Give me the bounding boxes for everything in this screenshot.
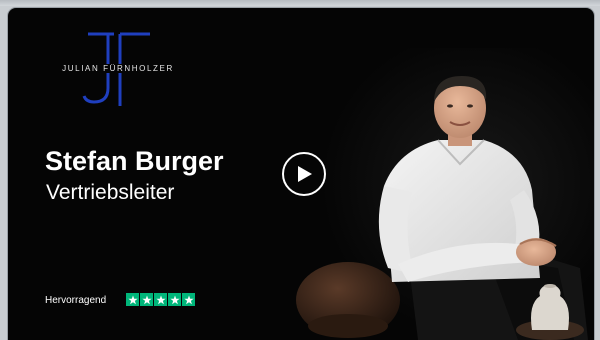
browser-frame (0, 0, 600, 6)
trustpilot-stars (126, 293, 195, 306)
logo-wordmark: JULIAN FÜRNHOLZER (60, 64, 176, 73)
star-icon (140, 293, 153, 306)
video-card[interactable]: JULIAN FÜRNHOLZER Stefan Burger Vertrieb… (8, 8, 594, 340)
rating-label: Hervorragend (45, 295, 107, 306)
star-icon (126, 293, 139, 306)
speaker-role: Vertriebsleiter (46, 181, 175, 204)
speaker-name: Stefan Burger (45, 146, 224, 176)
speaker-photo (296, 76, 588, 340)
brand-logo: JULIAN FÜRNHOLZER (48, 30, 188, 110)
star-icon (154, 293, 167, 306)
star-icon (182, 293, 195, 306)
star-icon (168, 293, 181, 306)
